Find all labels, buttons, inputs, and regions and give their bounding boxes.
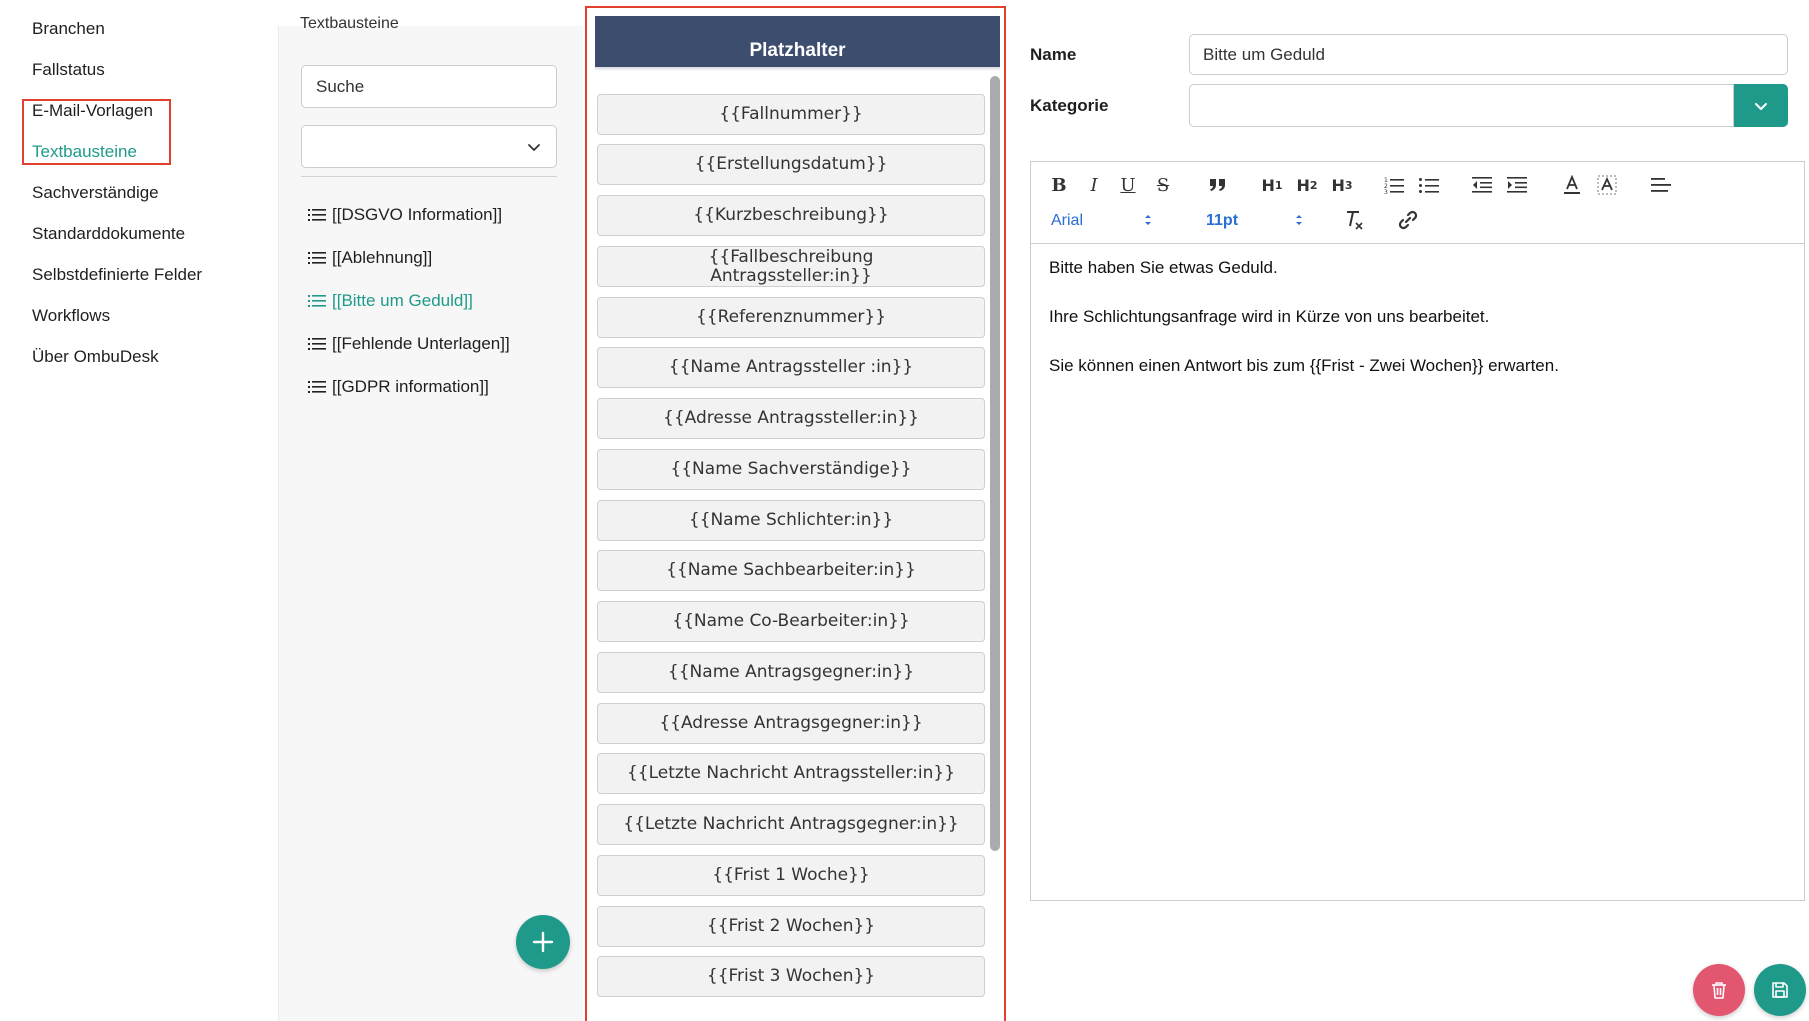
editor-paragraph: Ihre Schlichtungsanfrage wird in Kürze v… <box>1049 307 1490 326</box>
list-item-label: [[Bitte um Geduld]] <box>332 291 473 310</box>
list-icon <box>308 209 326 221</box>
nav-item-ueber-ombudesk[interactable]: Über OmbuDesk <box>32 347 159 367</box>
name-input[interactable] <box>1189 34 1788 75</box>
nav-item-fallstatus[interactable]: Fallstatus <box>32 60 105 80</box>
rich-text-editor: B I U S H1 H2 H3 123 Arial 11pt Bitte ha… <box>1030 161 1805 901</box>
editor-paragraph: Sie können einen Antwort bis zum {{Frist… <box>1049 356 1559 375</box>
align-icon[interactable] <box>1650 175 1672 195</box>
select-arrows-icon <box>1143 213 1153 227</box>
font-family-select[interactable]: Arial <box>1051 210 1161 232</box>
italic-icon[interactable]: I <box>1084 174 1104 196</box>
category-filter-select[interactable] <box>301 125 557 168</box>
placeholder-button[interactable]: {{Name Sachverständige}} <box>597 449 985 490</box>
save-icon <box>1772 982 1788 998</box>
divider <box>301 176 557 177</box>
nav-item-selbstdefinierte-felder[interactable]: Selbstdefinierte Felder <box>32 265 202 285</box>
blockquote-icon[interactable] <box>1207 175 1229 195</box>
heading1-icon[interactable]: H1 <box>1259 175 1285 195</box>
plus-icon <box>532 931 554 953</box>
header-shadow <box>595 67 1000 71</box>
nav-item-standarddokumente[interactable]: Standarddokumente <box>32 224 185 244</box>
add-textbaustein-button[interactable] <box>516 915 570 969</box>
font-size-select[interactable]: 11pt <box>1206 210 1316 232</box>
list-item-label: [[GDPR information]] <box>332 377 489 396</box>
placeholder-button[interactable]: {{Adresse Antragsgegner:in}} <box>597 703 985 744</box>
nav-item-branchen[interactable]: Branchen <box>32 19 105 39</box>
placeholder-button[interactable]: {{Erstellungsdatum}} <box>597 144 985 185</box>
annotation-highlight-nav <box>22 99 171 165</box>
list-icon <box>308 252 326 264</box>
list-icon <box>308 338 326 350</box>
editor-content[interactable]: Bitte haben Sie etwas Geduld. Ihre Schli… <box>1049 257 1789 404</box>
placeholder-button[interactable]: {{Frist 1 Woche}} <box>597 855 985 896</box>
category-label: Kategorie <box>1030 96 1109 115</box>
placeholder-button[interactable]: {{Adresse Antragssteller:in}} <box>597 398 985 439</box>
font-family-value: Arial <box>1051 212 1084 229</box>
nav-item-workflows[interactable]: Workflows <box>32 306 110 326</box>
placeholder-button[interactable]: {{Name Antragsgegner:in}} <box>597 652 985 693</box>
bold-icon[interactable]: B <box>1049 174 1069 196</box>
delete-button[interactable] <box>1693 964 1745 1016</box>
list-item-selected[interactable]: [[Bitte um Geduld]] <box>308 291 473 311</box>
placeholder-button[interactable]: {{Referenznummer}} <box>597 297 985 338</box>
clear-format-icon[interactable] <box>1343 208 1365 232</box>
placeholder-button[interactable]: {{Fallnummer}} <box>597 94 985 135</box>
list-item-label: [[Ablehnung]] <box>332 248 433 267</box>
name-label: Name <box>1030 45 1077 64</box>
outdent-icon[interactable] <box>1471 175 1493 195</box>
list-item-label: [[Fehlende Unterlagen]] <box>332 334 510 353</box>
save-button[interactable] <box>1754 964 1806 1016</box>
list-item[interactable]: [[DSGVO Information]] <box>308 205 502 225</box>
font-size-value: 11pt <box>1206 212 1239 229</box>
placeholder-button[interactable]: {{Letzte Nachricht Antragssteller:in}} <box>597 753 985 794</box>
placeholder-panel-title: Platzhalter <box>595 16 1000 67</box>
placeholder-button[interactable]: {{Name Schlichter:in}} <box>597 500 985 541</box>
placeholder-button[interactable]: {{Frist 2 Wochen}} <box>597 906 985 947</box>
trash-icon <box>1712 982 1726 999</box>
list-icon <box>308 381 326 393</box>
link-icon[interactable] <box>1397 208 1419 232</box>
editor-toolbar: B I U S H1 H2 H3 123 Arial 11pt <box>1031 162 1804 244</box>
chevron-down-icon <box>528 144 540 151</box>
chevron-down-icon <box>1755 102 1767 110</box>
svg-text:3: 3 <box>1384 189 1388 194</box>
editor-paragraph: Bitte haben Sie etwas Geduld. <box>1049 258 1278 277</box>
heading3-icon[interactable]: H3 <box>1329 175 1355 195</box>
indent-icon[interactable] <box>1506 175 1528 195</box>
select-arrows-icon <box>1294 213 1304 227</box>
search-input[interactable] <box>301 65 557 108</box>
heading2-icon[interactable]: H2 <box>1294 175 1320 195</box>
placeholder-button[interactable]: {{Name Sachbearbeiter:in}} <box>597 550 985 591</box>
category-dropdown-button[interactable] <box>1734 84 1788 127</box>
list-icon <box>308 295 326 307</box>
textbausteine-title: Textbausteine <box>300 15 399 32</box>
underline-icon[interactable]: U <box>1118 174 1138 196</box>
placeholder-button[interactable]: {{Name Antragssteller :in}} <box>597 347 985 388</box>
list-item[interactable]: [[GDPR information]] <box>308 377 489 397</box>
strikethrough-icon[interactable]: S <box>1153 174 1173 196</box>
placeholder-button[interactable]: {{Letzte Nachricht Antragsgegner:in}} <box>597 804 985 845</box>
placeholder-button[interactable]: {{Frist 3 Wochen}} <box>597 956 985 997</box>
nav-item-sachverstaendige[interactable]: Sachverständige <box>32 183 159 203</box>
highlight-color-icon[interactable] <box>1596 174 1618 196</box>
scrollbar-thumb[interactable] <box>990 76 1000 851</box>
bullet-list-icon[interactable] <box>1418 175 1440 195</box>
placeholder-button[interactable]: {{Fallbeschreibung Antragssteller:in}} <box>597 246 985 287</box>
placeholder-button[interactable]: {{Name Co-Bearbeiter:in}} <box>597 601 985 642</box>
list-item-label: [[DSGVO Information]] <box>332 205 503 224</box>
placeholder-panel: Platzhalter {{Fallnummer}} {{Erstellungs… <box>585 6 1006 1021</box>
list-item[interactable]: [[Ablehnung]] <box>308 248 432 268</box>
ordered-list-icon[interactable]: 123 <box>1383 175 1405 195</box>
category-select[interactable] <box>1189 84 1734 127</box>
list-item[interactable]: [[Fehlende Unterlagen]] <box>308 334 510 354</box>
placeholder-button[interactable]: {{Kurzbeschreibung}} <box>597 195 985 236</box>
text-color-icon[interactable] <box>1561 174 1583 196</box>
